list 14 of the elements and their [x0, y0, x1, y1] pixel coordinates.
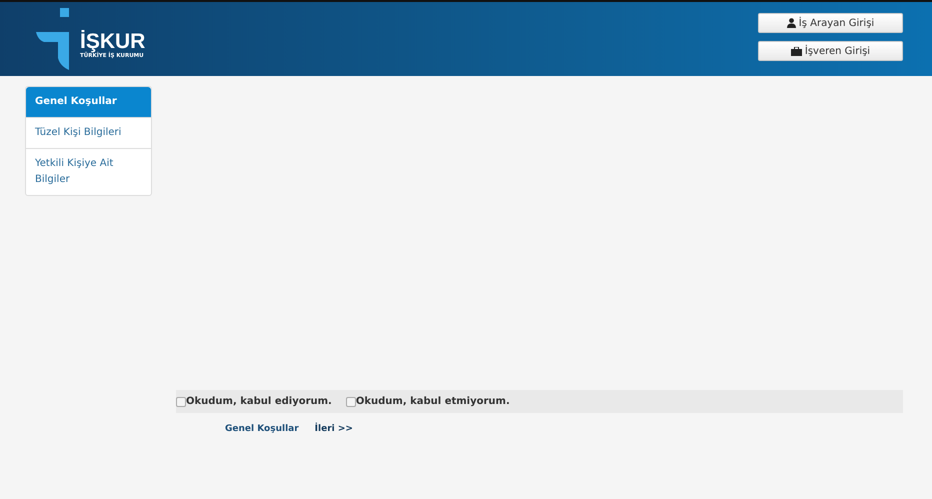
login-button[interactable]: İşveren Girişi	[758, 41, 903, 61]
checkbox[interactable]	[346, 396, 356, 406]
login-button[interactable]: İş Arayan Girişi	[758, 13, 903, 33]
briefcase-icon	[790, 46, 802, 56]
checkbox-label: Okudum, kabul ediyorum.	[186, 396, 332, 407]
logo-name: İŞKUR	[80, 31, 146, 53]
sidebar-item[interactable]: Yetkili Kişiye Ait Bilgiler	[26, 148, 151, 195]
checkbox[interactable]	[176, 396, 186, 406]
sidebar-item[interactable]: Genel Koşullar	[26, 87, 151, 117]
nav-link[interactable]: İleri >>	[314, 424, 353, 434]
checkbox-label: Okudum, kabul etmiyorum.	[356, 396, 510, 407]
nav-link[interactable]: Genel Koşullar	[225, 424, 299, 434]
person-icon	[786, 18, 796, 28]
sidebar-item[interactable]: Tüzel Kişi Bilgileri	[26, 117, 151, 148]
